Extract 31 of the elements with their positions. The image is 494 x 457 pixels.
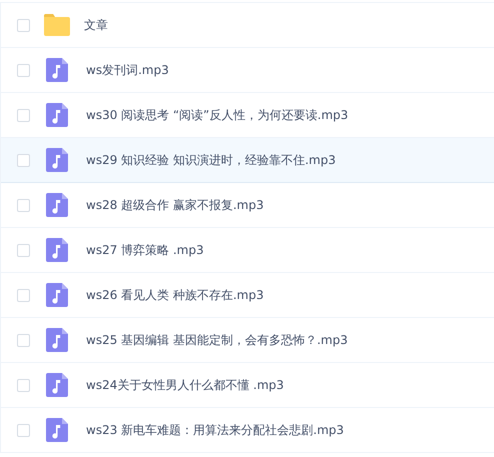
music-file-icon bbox=[46, 193, 68, 217]
checkbox[interactable] bbox=[17, 154, 30, 166]
checkbox[interactable] bbox=[17, 18, 30, 32]
file-row[interactable]: ws29 知识经验 知识演进时，经验靠不住.mp3 bbox=[1, 138, 494, 183]
music-file-icon bbox=[46, 58, 68, 82]
music-file-icon bbox=[46, 283, 68, 307]
music-file-icon bbox=[46, 418, 68, 442]
file-name: ws23 新电车难题：用算法来分配社会悲剧.mp3 bbox=[86, 422, 344, 438]
file-name: ws24关于女性男人什么都不懂 .mp3 bbox=[86, 376, 284, 394]
music-file-icon bbox=[46, 238, 68, 262]
checkbox[interactable] bbox=[17, 378, 30, 392]
file-name: ws25 基因编辑 基因能定制，会有多恐怖？.mp3 bbox=[86, 332, 348, 348]
music-file-icon bbox=[46, 328, 68, 352]
checkbox[interactable] bbox=[17, 288, 30, 302]
music-file-icon bbox=[46, 148, 68, 172]
checkbox[interactable] bbox=[17, 244, 30, 256]
checkbox[interactable] bbox=[17, 198, 30, 212]
file-name: ws发刊词.mp3 bbox=[86, 62, 169, 78]
checkbox[interactable] bbox=[17, 108, 30, 122]
music-file-icon bbox=[46, 103, 68, 127]
file-name: ws26 看见人类 种族不存在.mp3 bbox=[86, 286, 264, 304]
music-file-icon bbox=[46, 373, 68, 397]
checkbox[interactable] bbox=[17, 64, 30, 76]
file-name: ws30 阅读思考 “阅读”反人性，为何还要读.mp3 bbox=[86, 106, 348, 124]
file-name: 文章 bbox=[84, 16, 108, 34]
file-name: ws27 博弈策略 .mp3 bbox=[86, 242, 204, 258]
folder-icon bbox=[44, 14, 70, 36]
checkbox[interactable] bbox=[17, 424, 30, 436]
file-name: ws28 超级合作 赢家不报复.mp3 bbox=[86, 196, 264, 214]
file-name: ws29 知识经验 知识演进时，经验靠不住.mp3 bbox=[86, 152, 336, 168]
checkbox[interactable] bbox=[17, 334, 30, 346]
